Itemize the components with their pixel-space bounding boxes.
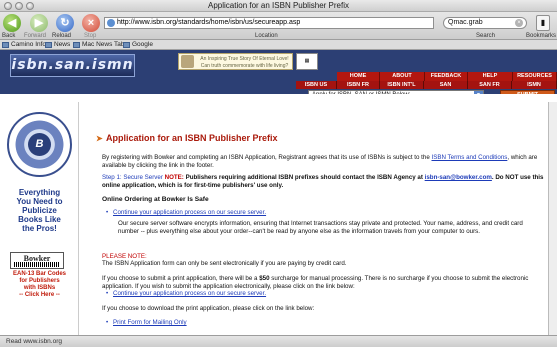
header-divider xyxy=(0,94,557,102)
reload-label: Reload xyxy=(52,33,72,39)
bookmark-camino-info[interactable]: Camino Info xyxy=(2,41,46,49)
print-form-link[interactable]: Print Form for Mailing Only xyxy=(106,319,187,327)
barcode-icon xyxy=(14,262,60,267)
left-sidebar: B Everything You Need to Publicize Books… xyxy=(0,102,79,335)
isbn-san-email-link[interactable]: isbn-san@bowker.com xyxy=(425,174,492,181)
main-content: ➤ Application for an ISBN Publisher Pref… xyxy=(96,102,555,335)
banner-ad[interactable]: An Inspiring True Story Of Eternal Love!… xyxy=(178,53,293,70)
promo-everything-link[interactable]: Everything You Need to Publicize Books L… xyxy=(3,188,76,233)
ad-line-1: An Inspiring True Story Of Eternal Love! xyxy=(200,56,289,62)
continue-secure-link[interactable]: Continue your application process on our… xyxy=(106,209,266,217)
site-logo[interactable]: isbn.san.ismn xyxy=(10,54,135,77)
nav-san[interactable]: SAN xyxy=(424,81,468,89)
nav-feedback[interactable]: FEEDBACK xyxy=(425,72,468,81)
nav-san-fr[interactable]: SAN FR xyxy=(468,81,512,89)
bookmark-folder-icon xyxy=(2,42,9,48)
stop-label: Stop xyxy=(84,33,97,39)
bookmarks-button[interactable]: ▮ xyxy=(536,15,550,31)
location-label: Location xyxy=(255,33,278,39)
clear-search-icon[interactable]: × xyxy=(515,19,523,27)
forward-label: Forward xyxy=(24,33,47,39)
forward-arrow-icon: ▶ xyxy=(34,17,44,29)
search-label: Search xyxy=(476,33,496,39)
bookmark-news[interactable]: News xyxy=(45,41,70,49)
window-title-bar: Application for an ISBN Publisher Prefix xyxy=(0,0,557,12)
stop-icon: × xyxy=(87,17,95,29)
online-ordering-heading: Online Ordering at Bowker Is Safe xyxy=(102,196,209,203)
member-seal-icon[interactable]: B xyxy=(7,112,72,177)
ad-line-2: Can truth commemorate with life living? xyxy=(200,63,289,69)
url-text: http://www.isbn.org/standards/home/isbn/… xyxy=(117,19,301,26)
bookmark-mac-news-tabs[interactable]: Mac News Tabs xyxy=(73,41,128,49)
bookmarks-icon: ▮ xyxy=(540,18,546,27)
continue-secure-link-2[interactable]: Continue your application process on our… xyxy=(106,290,266,298)
nav-help[interactable]: HELP xyxy=(468,72,513,81)
stop-button[interactable]: × xyxy=(82,14,100,32)
download-text: If you choose to download the print appl… xyxy=(102,305,315,312)
site-icon xyxy=(107,19,115,27)
terms-link[interactable]: ISBN Terms and Conditions xyxy=(431,154,507,161)
ean-barcode-link[interactable]: EAN-13 Bar Codes for Publishers with ISB… xyxy=(3,271,76,299)
status-text: Read www.isbn.org xyxy=(6,338,62,345)
forward-button[interactable]: ▶ xyxy=(30,14,48,32)
page-scrollbar[interactable] xyxy=(548,102,557,335)
bookmark-folder-icon xyxy=(73,42,80,48)
nav-isbn-intl[interactable]: ISBN INT'L xyxy=(380,81,424,89)
bookmark-google[interactable]: Google xyxy=(123,41,153,49)
back-button[interactable]: ◀ xyxy=(3,14,21,32)
nav-isbn-us[interactable]: ISBN US xyxy=(296,81,337,89)
site-header: isbn.san.ismn An Inspiring True Story Of… xyxy=(0,50,557,100)
secure-server-text: Our secure server software encrypts info… xyxy=(118,220,523,235)
sub-nav: ISBN US ISBN FR ISBN INT'L SAN SAN FR IS… xyxy=(296,81,557,89)
bookmark-page-icon xyxy=(123,42,130,48)
electronic-only-text: The ISBN Application form can only be se… xyxy=(102,260,347,267)
building-icon: ▦ xyxy=(296,53,318,70)
reload-button[interactable]: ↻ xyxy=(56,14,74,32)
print-surcharge-text: If you choose to submit a print applicat… xyxy=(102,275,529,290)
bookmarks-bar: Camino Info News Mac News Tabs Google xyxy=(0,40,557,50)
bowker-barcode-logo[interactable]: Bowker xyxy=(10,252,64,269)
intro-paragraph: By registering with Bowker and completin… xyxy=(102,154,538,169)
nav-about[interactable]: ABOUT xyxy=(380,72,425,81)
bookmark-folder-icon xyxy=(45,42,52,48)
title-arrow-icon: ➤ xyxy=(96,134,103,143)
top-nav: HOME ABOUT FEEDBACK HELP RESOURCES xyxy=(337,72,557,81)
step1-paragraph: Step 1: Secure Server NOTE: Publishers r… xyxy=(102,174,544,189)
ad-portrait-icon xyxy=(181,55,194,68)
page-title: ➤ Application for an ISBN Publisher Pref… xyxy=(96,133,278,143)
seal-core: B xyxy=(28,133,51,156)
bookmarks-label: Bookmarks xyxy=(526,33,557,39)
search-input[interactable]: Qmac.grab × xyxy=(443,17,527,29)
nav-resources[interactable]: RESOURCES xyxy=(513,72,557,81)
status-bar: Read www.isbn.org xyxy=(0,335,557,347)
url-field[interactable]: http://www.isbn.org/standards/home/isbn/… xyxy=(104,17,434,29)
back-label: Back xyxy=(2,33,16,39)
search-value: mac.grab xyxy=(453,19,483,26)
nav-ismn[interactable]: ISMN xyxy=(512,81,557,89)
window-title: Application for an ISBN Publisher Prefix xyxy=(208,1,349,10)
nav-isbn-fr[interactable]: ISBN FR xyxy=(337,81,380,89)
back-arrow-icon: ◀ xyxy=(7,17,17,29)
browser-toolbar: ◀ ▶ ↻ × Back Forward Reload Stop http://… xyxy=(0,12,557,40)
reload-icon: ↻ xyxy=(60,17,70,29)
nav-home[interactable]: HOME xyxy=(337,72,380,81)
